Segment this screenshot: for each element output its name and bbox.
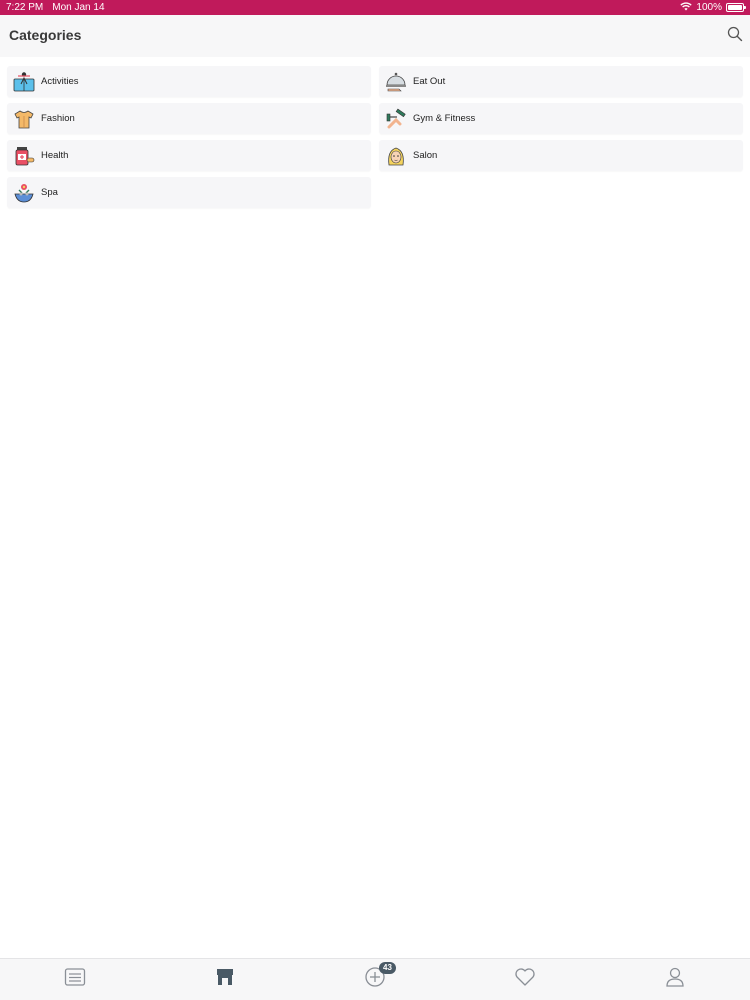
- gym-fitness-icon: [385, 108, 407, 130]
- spa-icon: [13, 182, 35, 204]
- category-label: Spa: [41, 187, 58, 198]
- category-label: Gym & Fitness: [413, 113, 476, 124]
- tab-profile[interactable]: [600, 959, 750, 1000]
- category-grid: Activities Eat Out Fashion Gym & Fitness…: [7, 66, 744, 208]
- salon-icon: [385, 145, 407, 167]
- battery-fill: [728, 5, 742, 10]
- category-label: Salon: [413, 150, 438, 161]
- battery-percent: 100%: [696, 2, 722, 13]
- category-eat-out[interactable]: Eat Out: [379, 66, 743, 97]
- tab-list[interactable]: [0, 959, 150, 1000]
- category-spa[interactable]: Spa: [7, 177, 371, 208]
- tab-add[interactable]: 43: [300, 959, 450, 1000]
- category-label: Health: [41, 150, 69, 161]
- list-icon: [64, 967, 86, 992]
- status-time: 7:22 PM: [6, 2, 44, 13]
- battery-icon: [726, 3, 746, 12]
- health-icon: [13, 145, 35, 167]
- category-activities[interactable]: Activities: [7, 66, 371, 97]
- category-gym-fitness[interactable]: Gym & Fitness: [379, 103, 743, 134]
- category-fashion[interactable]: Fashion: [7, 103, 371, 134]
- profile-icon: [665, 966, 685, 993]
- store-icon: [215, 967, 235, 992]
- page-title: Categories: [9, 27, 82, 43]
- wifi-icon: [680, 1, 693, 14]
- heart-icon: [514, 967, 536, 992]
- category-label: Activities: [41, 76, 79, 87]
- fashion-icon: [13, 108, 35, 130]
- activities-icon: [13, 71, 35, 93]
- tab-favorites[interactable]: [450, 959, 600, 1000]
- search-button[interactable]: [724, 25, 746, 47]
- status-bar: 7:22 PM Mon Jan 14 100%: [0, 0, 750, 15]
- tab-bar: 43: [0, 958, 750, 1000]
- notification-badge: 43: [379, 962, 396, 974]
- category-label: Eat Out: [413, 76, 446, 87]
- header: Categories: [0, 15, 750, 57]
- eat-out-icon: [385, 71, 407, 93]
- category-label: Fashion: [41, 113, 75, 124]
- tab-store[interactable]: [150, 959, 300, 1000]
- category-health[interactable]: Health: [7, 140, 371, 171]
- status-date: Mon Jan 14: [52, 2, 105, 13]
- category-salon[interactable]: Salon: [379, 140, 743, 171]
- search-icon: [727, 26, 743, 47]
